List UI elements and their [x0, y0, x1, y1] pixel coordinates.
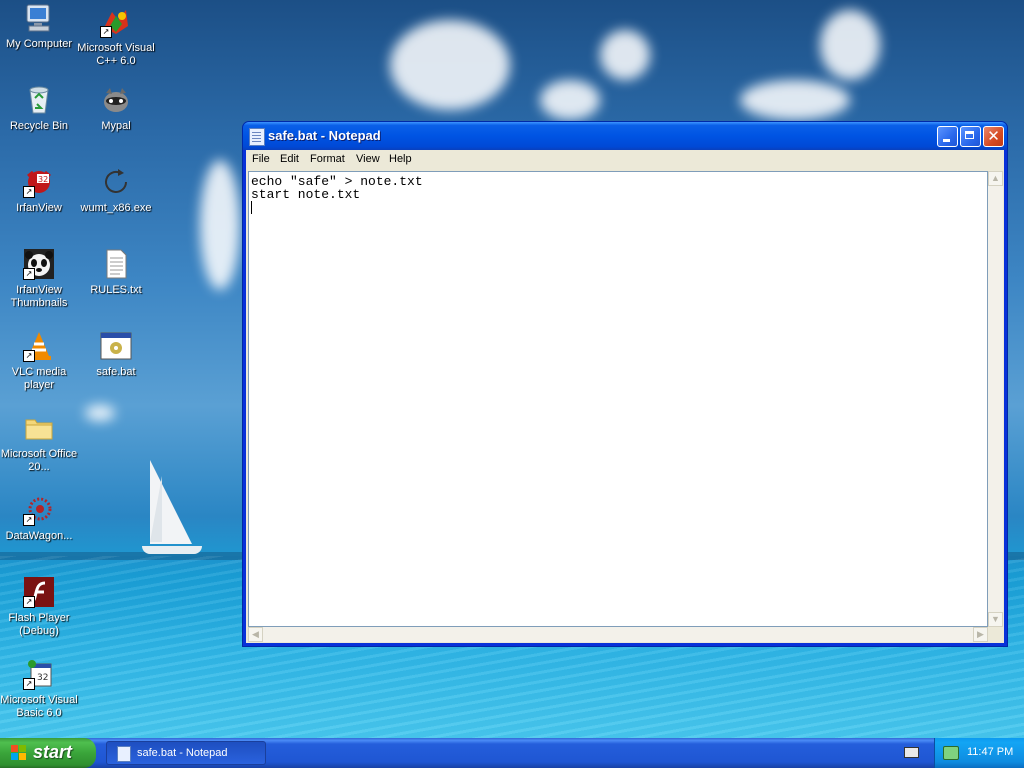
scroll-up-icon[interactable]: ▲	[988, 171, 1003, 186]
notepad-client-area: echo "safe" > note.txt start note.txt ▲ …	[246, 169, 1004, 643]
sailboat-hull	[142, 546, 202, 554]
visual-basic-icon: 32 ↗	[23, 658, 55, 690]
menu-file[interactable]: File	[252, 153, 270, 165]
desktop-icon-recycle-bin[interactable]: Recycle Bin	[0, 84, 78, 133]
svg-text:32: 32	[38, 175, 48, 184]
scroll-left-icon[interactable]: ◀	[248, 627, 263, 642]
notepad-window[interactable]: safe.bat - Notepad ✕ File Edit Format Vi…	[242, 121, 1008, 647]
desktop-icon-microsoft-office[interactable]: Microsoft Office 20...	[0, 412, 78, 474]
desktop-icon-safe-bat[interactable]: safe.bat	[77, 330, 155, 379]
shortcut-arrow-icon: ↗	[23, 268, 35, 280]
desktop-icon-irfanview[interactable]: 32 ↗ IrfanView	[0, 166, 78, 215]
datawagon-icon: ↗	[23, 494, 55, 526]
desktop-icon-my-computer[interactable]: My Computer	[0, 2, 78, 51]
desktop-icon-wumt[interactable]: wumt_x86.exe	[77, 166, 155, 215]
start-label: start	[33, 742, 73, 762]
editor-text: echo "safe" > note.txt start note.txt	[251, 174, 423, 202]
vlc-icon: ↗	[23, 330, 55, 362]
recycle-bin-icon	[23, 84, 55, 116]
batch-file-icon	[100, 330, 132, 362]
notepad-icon	[249, 128, 265, 146]
notepad-icon	[117, 746, 131, 762]
wallpaper-cloud	[820, 10, 880, 80]
desktop-icon-vlc[interactable]: ↗ VLC media player	[0, 330, 78, 392]
menu-edit[interactable]: Edit	[280, 153, 299, 165]
wallpaper-cloud	[600, 30, 650, 80]
wumt-icon	[100, 166, 132, 198]
desktop-wallpaper: My Computer ↗ Microsoft Visual C++ 6.0 R…	[0, 0, 1024, 738]
wallpaper-cloud	[390, 20, 510, 110]
my-computer-icon	[23, 2, 55, 34]
network-icon[interactable]	[943, 746, 959, 760]
minimize-button[interactable]	[937, 126, 958, 147]
vertical-scrollbar[interactable]: ▲ ▼	[988, 171, 1003, 627]
resize-grip-icon[interactable]	[988, 627, 1003, 642]
visual-cpp-icon: ↗	[100, 6, 132, 38]
start-button[interactable]: start	[0, 738, 96, 768]
wallpaper-cloud	[85, 405, 115, 421]
irfanview-icon: 32 ↗	[23, 166, 55, 198]
shortcut-arrow-icon: ↗	[23, 678, 35, 690]
taskbar-button-label: safe.bat - Notepad	[137, 747, 228, 759]
menu-bar: File Edit Format View Help	[246, 150, 1004, 169]
desktop-icon-rules-txt[interactable]: RULES.txt	[77, 248, 155, 297]
system-tray: 11:47 PM	[934, 738, 1024, 768]
shortcut-arrow-icon: ↗	[23, 350, 35, 362]
shortcut-arrow-icon: ↗	[100, 26, 112, 38]
clock[interactable]: 11:47 PM	[967, 746, 1013, 758]
text-editor[interactable]: echo "safe" > note.txt start note.txt	[248, 171, 988, 627]
close-button[interactable]: ✕	[983, 126, 1004, 147]
scroll-right-icon[interactable]: ▶	[973, 627, 988, 642]
irfanview-thumbnails-icon: ↗	[23, 248, 55, 280]
menu-help[interactable]: Help	[389, 153, 412, 165]
folder-icon	[23, 412, 55, 444]
wallpaper-cloud	[200, 160, 240, 290]
desktop-icon-visual-cpp[interactable]: ↗ Microsoft Visual C++ 6.0	[77, 6, 155, 68]
text-file-icon	[100, 248, 132, 280]
shortcut-arrow-icon: ↗	[23, 514, 35, 526]
text-caret	[251, 201, 252, 214]
taskbar-button-notepad[interactable]: safe.bat - Notepad	[106, 741, 266, 765]
close-icon: ✕	[987, 127, 1000, 145]
window-title: safe.bat - Notepad	[268, 128, 381, 143]
scroll-down-icon[interactable]: ▼	[988, 612, 1003, 627]
maximize-button[interactable]	[960, 126, 981, 147]
shortcut-arrow-icon: ↗	[23, 186, 35, 198]
windows-logo-icon	[11, 745, 27, 761]
wallpaper-cloud	[740, 80, 850, 120]
horizontal-scrollbar[interactable]: ◀ ▶	[248, 627, 988, 642]
mypal-icon	[100, 84, 132, 116]
shortcut-arrow-icon: ↗	[23, 596, 35, 608]
keyboard-icon[interactable]	[904, 747, 919, 758]
flash-player-icon: ↗	[23, 576, 55, 608]
sailboat-jib	[150, 476, 162, 542]
svg-text:32: 32	[37, 673, 48, 683]
title-bar[interactable]: safe.bat - Notepad ✕	[243, 122, 1007, 150]
wallpaper-cloud	[540, 80, 600, 120]
desktop-icon-flash-player[interactable]: ↗ Flash Player (Debug)	[0, 576, 78, 638]
desktop-icon-datawagon[interactable]: ↗ DataWagon...	[0, 494, 78, 543]
desktop-icon-irfanview-thumbnails[interactable]: ↗ IrfanView Thumbnails	[0, 248, 78, 310]
desktop-icon-visual-basic[interactable]: 32 ↗ Microsoft Visual Basic 6.0	[0, 658, 78, 720]
desktop-icon-mypal[interactable]: Mypal	[77, 84, 155, 133]
taskbar: start safe.bat - Notepad 11:47 PM	[0, 738, 1024, 768]
menu-format[interactable]: Format	[310, 153, 345, 165]
menu-view[interactable]: View	[356, 153, 380, 165]
